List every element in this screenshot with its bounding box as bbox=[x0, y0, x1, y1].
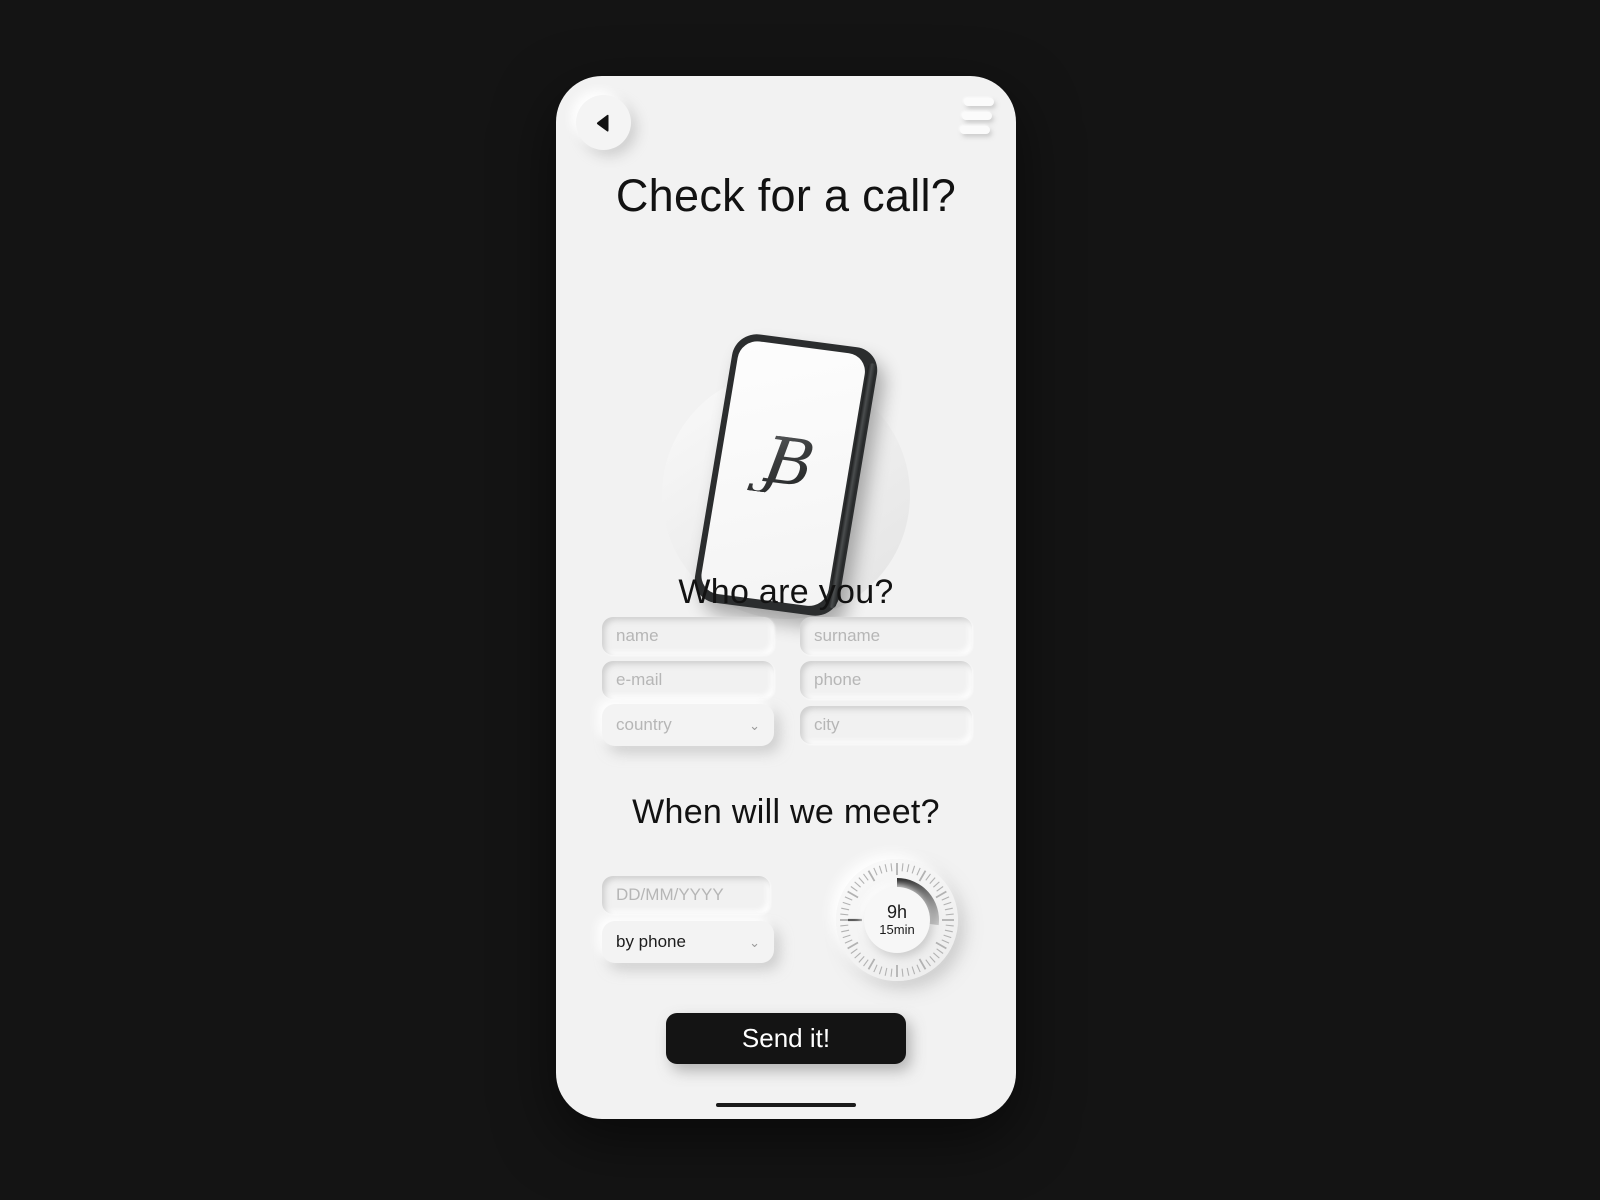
page-title: Check for a call? bbox=[615, 170, 957, 221]
home-indicator[interactable] bbox=[716, 1103, 856, 1107]
country-select-label: country bbox=[616, 715, 672, 734]
phone-mockup: Check for a call? JB Who are you? name s… bbox=[556, 76, 1016, 1119]
back-button[interactable] bbox=[576, 95, 631, 150]
menu-bar-1 bbox=[964, 98, 994, 106]
date-input[interactable]: DD/MM/YYYY bbox=[602, 876, 770, 914]
dial-hours-label: 9h bbox=[886, 902, 908, 923]
chevron-down-icon: ⌄ bbox=[749, 934, 760, 950]
menu-bar-3 bbox=[960, 126, 990, 134]
contact-method-label: by phone bbox=[616, 932, 686, 951]
send-button[interactable]: Send it! bbox=[666, 1013, 906, 1064]
menu-bar-2 bbox=[962, 112, 992, 120]
back-triangle-icon bbox=[592, 111, 616, 135]
hamburger-menu-icon[interactable] bbox=[960, 98, 994, 134]
name-input[interactable]: name bbox=[602, 617, 774, 655]
surname-input[interactable]: surname bbox=[800, 617, 972, 655]
city-input[interactable]: city bbox=[800, 706, 972, 744]
email-input[interactable]: e-mail bbox=[602, 661, 774, 699]
country-select[interactable]: country ⌄ bbox=[602, 704, 774, 746]
identity-section-title: Who are you? bbox=[678, 573, 894, 611]
screen-background: Check for a call? JB Who are you? name s… bbox=[0, 0, 1600, 1200]
time-picker-dial[interactable]: 9h 15min bbox=[836, 859, 958, 981]
chevron-down-icon: ⌄ bbox=[749, 717, 760, 733]
dial-minutes-label: 15min bbox=[879, 921, 915, 937]
contact-method-select[interactable]: by phone ⌄ bbox=[602, 921, 774, 963]
schedule-section-title: When will we meet? bbox=[632, 793, 940, 831]
dial-center-readout: 9h 15min bbox=[864, 887, 930, 953]
hero-illustration: JB bbox=[556, 261, 1016, 619]
phone-input[interactable]: phone bbox=[800, 661, 972, 699]
